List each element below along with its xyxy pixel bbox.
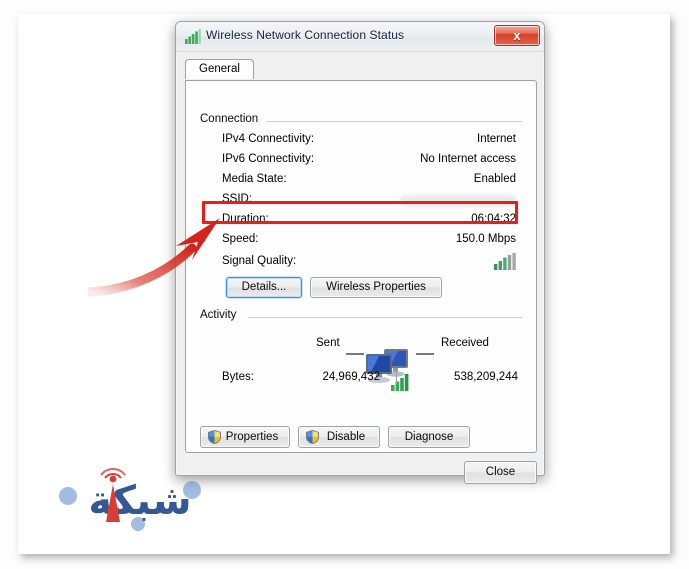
watermark-text: شبكة [88,478,191,524]
row-ipv6-connectivity: IPv6 Connectivity: No Internet access [200,153,522,170]
uac-shield-icon [306,430,319,444]
diagnose-button[interactable]: Diagnose [388,426,470,448]
properties-button[interactable]: Properties [200,426,290,448]
bytes-received-value: 538,209,244 [454,371,518,383]
bytes-separator [396,370,397,384]
bytes-sent-value: 24,969,432 [322,371,380,383]
media-state-label: Media State: [222,173,287,185]
received-label: Received [441,337,489,349]
screenshot-canvas: Wireless Network Connection Status x Gen… [0,0,689,569]
connection-group: Connection IPv4 Connectivity: Internet I… [200,113,522,270]
row-ipv4-connectivity: IPv4 Connectivity: Internet [200,133,522,150]
sent-label: Sent [316,337,340,349]
details-button[interactable]: Details... [226,277,302,298]
connection-group-divider [266,121,522,122]
row-ssid: SSID: [200,193,522,210]
close-button-label: Close [485,466,516,478]
wireless-properties-button[interactable]: Wireless Properties [310,277,442,298]
received-dash [416,353,434,355]
tab-general[interactable]: General [185,59,254,79]
wireless-properties-button-label: Wireless Properties [326,281,426,293]
red-arrow-annotation [88,218,220,297]
duration-value: 06:04:32 [471,213,516,225]
dialog-titlebar: Wireless Network Connection Status x [176,22,544,52]
close-button[interactable]: Close [464,461,537,484]
speed-value: 150.0 Mbps [455,233,516,245]
row-speed: Speed: 150.0 Mbps [200,233,522,250]
ipv4-connectivity-value: Internet [477,133,516,145]
disable-button[interactable]: Disable [298,426,380,448]
ssid-value-redacted [400,194,516,207]
ssid-label: SSID: [222,193,253,205]
close-icon: x [513,28,521,43]
bytes-label: Bytes: [222,371,254,383]
signal-quality-bars-icon [494,253,516,270]
connection-group-label: Connection [200,113,265,125]
row-signal-quality: Signal Quality: [200,253,522,272]
activity-group-divider [248,317,522,318]
activity-group-label: Activity [200,309,243,321]
ipv6-connectivity-value: No Internet access [420,153,516,165]
tab-general-label: General [199,63,240,75]
activity-bytes-row: Bytes: 24,969,432 538,209,244 [200,370,522,388]
uac-shield-icon [208,430,221,444]
ipv6-connectivity-label: IPv6 Connectivity: [222,153,315,165]
close-window-button[interactable]: x [494,25,540,46]
site-watermark: شبكة [59,468,201,531]
diagnose-button-label: Diagnose [404,431,454,443]
signal-bars-icon [185,29,201,44]
activity-group: Activity Sent Received Bytes: 24,969,432… [200,309,522,401]
media-state-value: Enabled [473,173,516,185]
dialog-title: Wireless Network Connection Status [206,28,405,42]
row-duration: Duration: 06:04:32 [200,213,522,230]
general-tab-panel: Connection IPv4 Connectivity: Internet I… [185,80,537,453]
activity-direction-row: Sent Received [200,333,522,391]
row-media-state: Media State: Enabled [200,173,522,190]
details-button-label: Details... [241,281,287,293]
tab-strip: General [185,59,537,81]
ipv4-connectivity-label: IPv4 Connectivity: [222,133,315,145]
